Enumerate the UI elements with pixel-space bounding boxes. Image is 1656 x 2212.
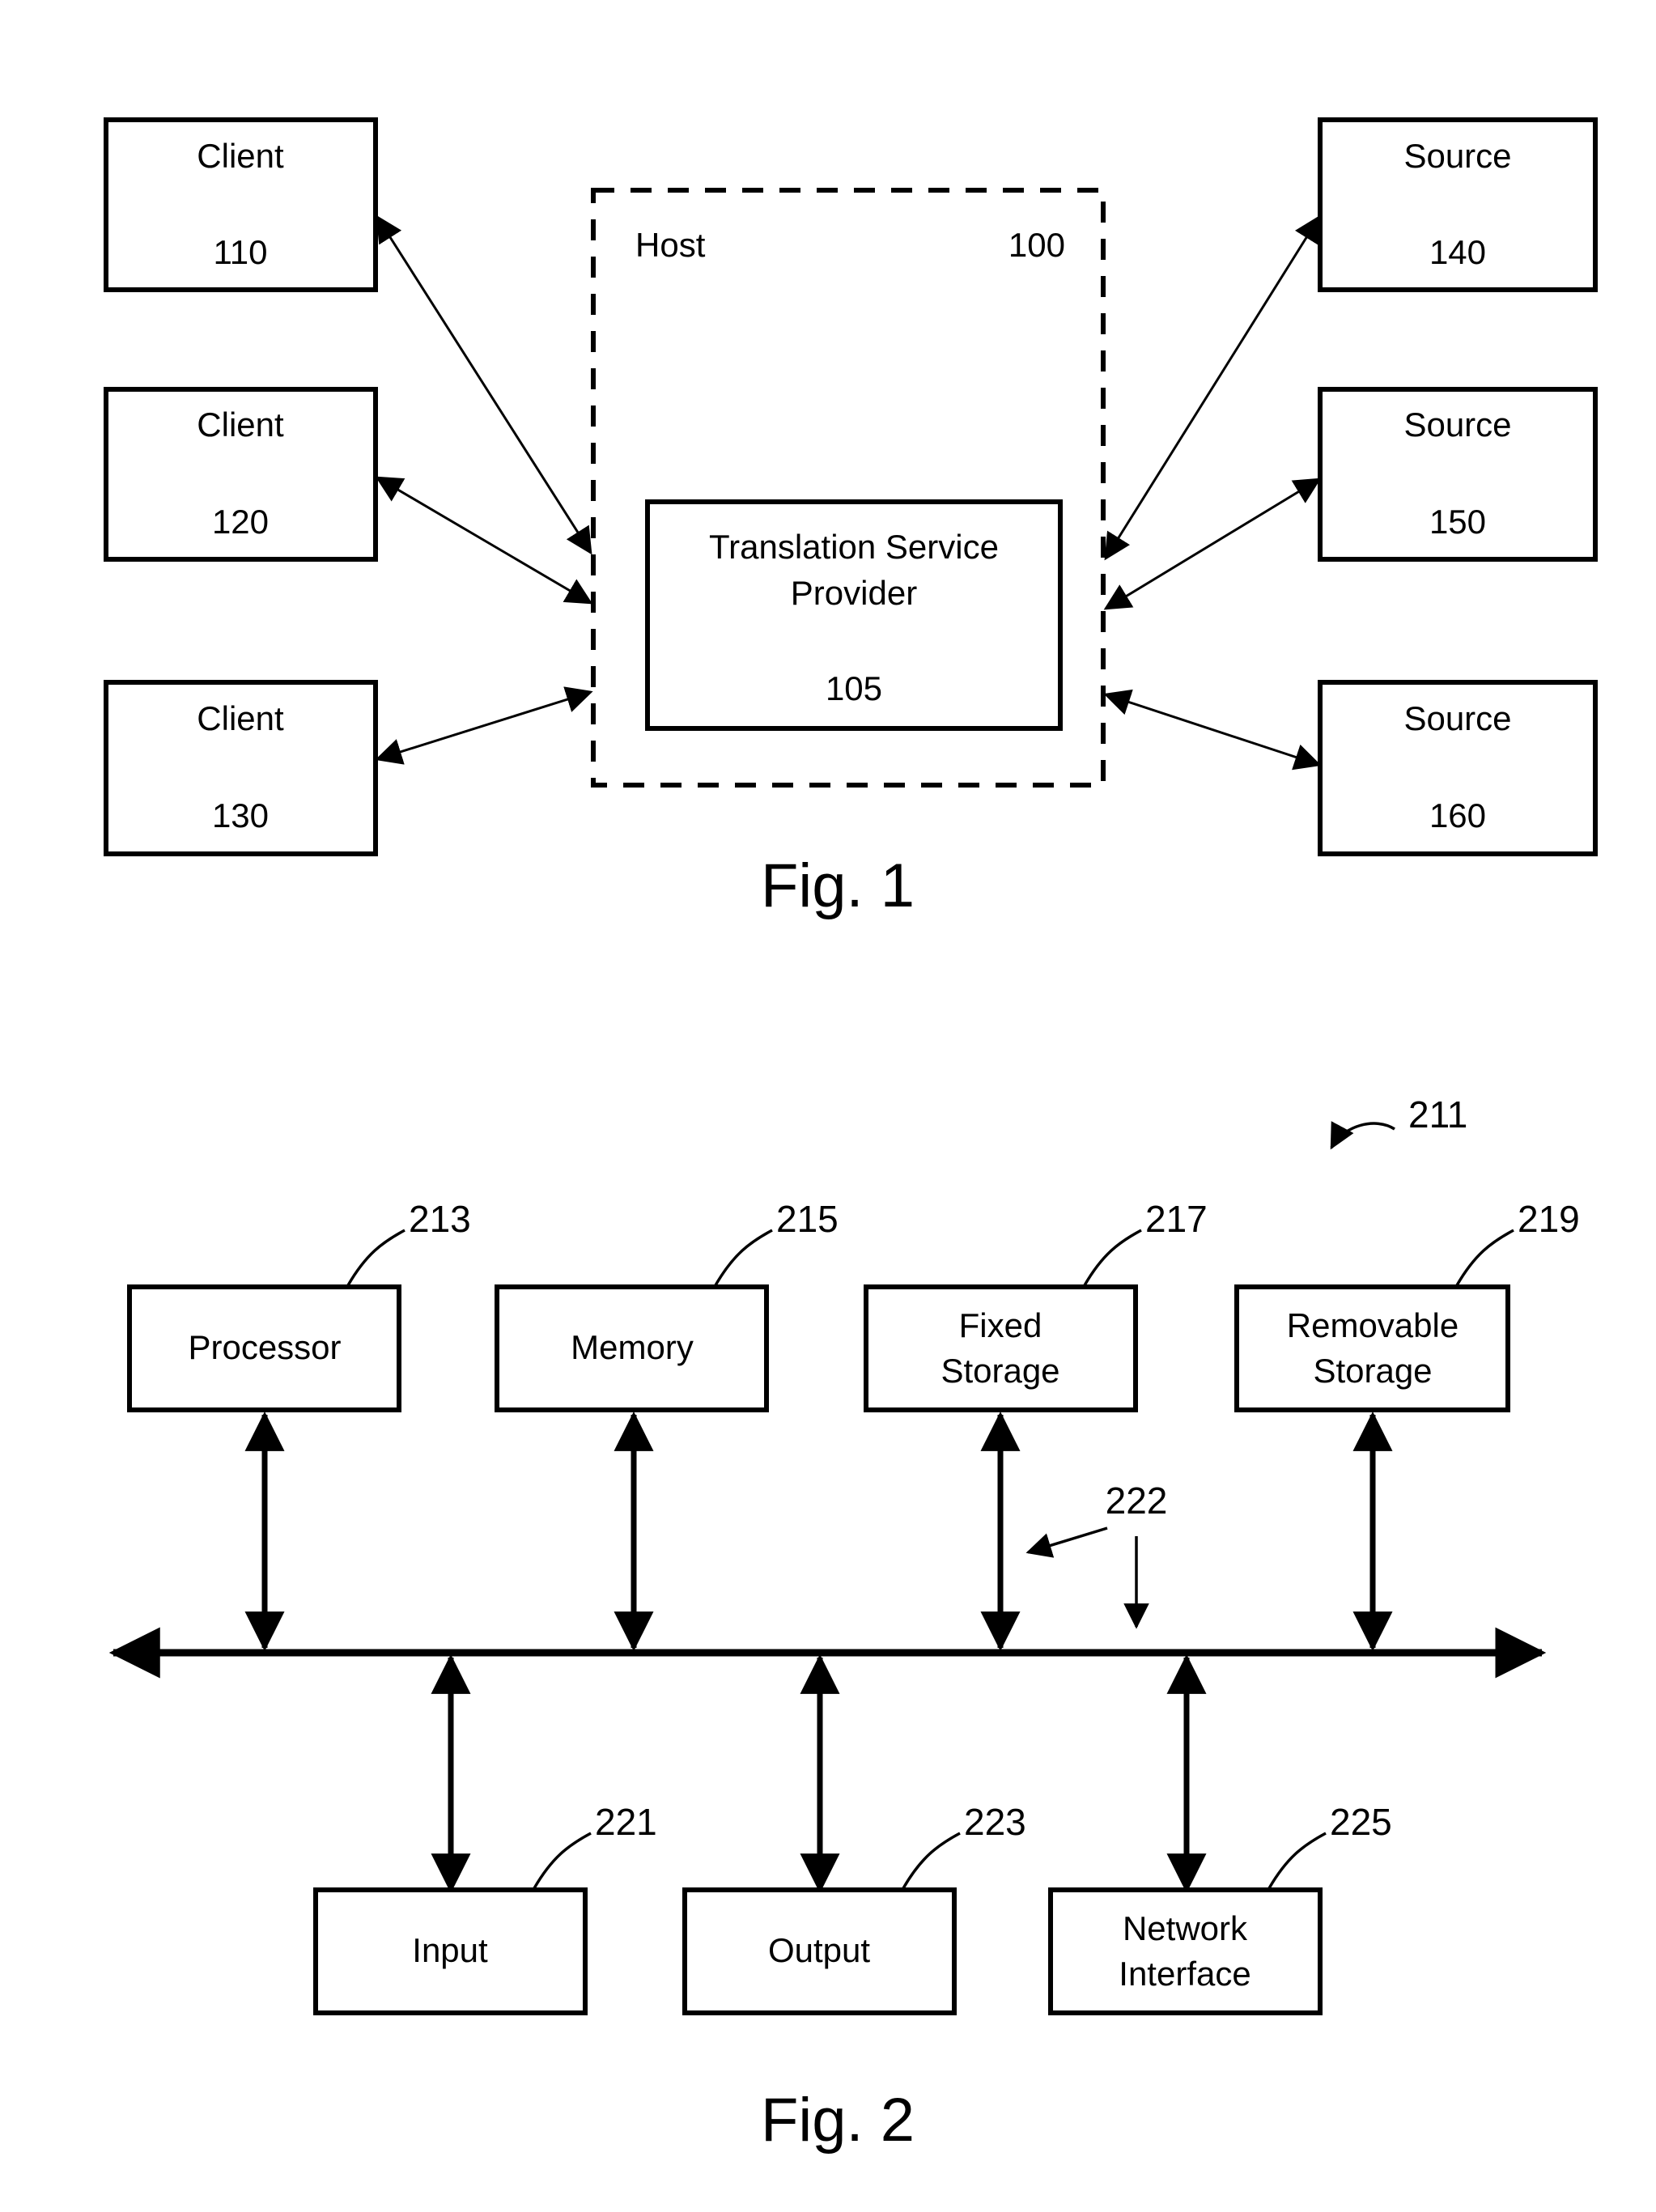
output-label: Output <box>768 1931 870 1969</box>
figure1-caption: Fig. 1 <box>761 851 915 920</box>
link-host-source150 <box>1103 478 1322 610</box>
client-box-120: Client 120 <box>104 387 378 562</box>
source-150-ref: 150 <box>1429 503 1486 541</box>
figure-canvas: Client 110 Client 120 Client 130 Source … <box>104 117 1598 2155</box>
fixed-storage-ref-leader: 217 <box>1083 1198 1208 1286</box>
system-ref-211: 211 <box>1408 1093 1467 1136</box>
source-box-140: Source 140 <box>1318 117 1598 292</box>
removable-storage-ref-leader: 219 <box>1455 1198 1580 1286</box>
input-ref-leader: 221 <box>533 1801 657 1889</box>
client-120-ref: 120 <box>212 503 269 541</box>
processor-ref-leader: 213 <box>346 1198 471 1286</box>
removable-storage-label-line1: Removable <box>1287 1306 1459 1344</box>
memory-box: Memory <box>495 1284 769 1412</box>
tsp-ref: 105 <box>826 669 882 707</box>
tsp-label-line1: Translation Service <box>709 528 999 566</box>
source-160-label: Source <box>1403 699 1511 737</box>
client-120-label: Client <box>197 405 284 444</box>
tsp-label-line2: Provider <box>791 574 917 612</box>
processor-ref: 213 <box>409 1198 471 1240</box>
bus-ref-222-leader: 222 <box>1025 1480 1168 1629</box>
input-box: Input <box>313 1887 588 2015</box>
patent-figure-sheet: Client 110 Client 120 Client 130 Source … <box>0 0 1656 2212</box>
client-130-ref: 130 <box>212 796 269 834</box>
figure2-caption: Fig. 2 <box>761 2086 915 2155</box>
input-ref: 221 <box>595 1801 657 1843</box>
fixed-storage-box: Fixed Storage <box>864 1284 1138 1412</box>
host-ref: 100 <box>1008 226 1065 264</box>
client-box-110: Client 110 <box>104 117 378 292</box>
removable-storage-ref: 219 <box>1518 1198 1580 1240</box>
removable-storage-box: Removable Storage <box>1234 1284 1510 1412</box>
input-label: Input <box>412 1931 488 1969</box>
source-150-label: Source <box>1403 405 1511 444</box>
source-box-160: Source 160 <box>1318 680 1598 856</box>
output-ref: 223 <box>964 1801 1026 1843</box>
client-110-label: Client <box>197 137 284 175</box>
client-box-130: Client 130 <box>104 680 378 856</box>
network-interface-label-line1: Network <box>1123 1909 1248 1947</box>
source-140-ref: 140 <box>1429 233 1486 271</box>
network-interface-ref-leader: 225 <box>1267 1801 1392 1889</box>
bus-ref-222: 222 <box>1106 1480 1168 1522</box>
source-box-150: Source 150 <box>1318 387 1598 562</box>
fig2-top-connectors <box>244 1411 1393 1652</box>
client-130-label: Client <box>197 699 284 737</box>
link-host-source140 <box>1104 214 1321 561</box>
host-label: Host <box>635 226 706 264</box>
client-110-ref: 110 <box>214 233 268 271</box>
processor-box: Processor <box>127 1284 401 1412</box>
source-160-ref: 160 <box>1429 796 1486 834</box>
output-box: Output <box>682 1887 957 2015</box>
link-host-source160 <box>1103 689 1322 771</box>
network-interface-label-line2: Interface <box>1119 1955 1250 1993</box>
output-ref-leader: 223 <box>902 1801 1026 1889</box>
processor-label: Processor <box>188 1328 341 1366</box>
fixed-storage-label-line2: Storage <box>941 1352 1059 1390</box>
memory-label: Memory <box>571 1328 694 1366</box>
fixed-storage-label-line1: Fixed <box>959 1306 1042 1344</box>
removable-storage-label-line2: Storage <box>1313 1352 1432 1390</box>
network-interface-ref: 225 <box>1330 1801 1392 1843</box>
fixed-storage-ref: 217 <box>1145 1198 1208 1240</box>
source-140-label: Source <box>1403 137 1511 175</box>
link-client130-host <box>375 686 593 765</box>
translation-service-provider-box: Translation Service Provider 105 <box>645 499 1063 731</box>
network-interface-box: Network Interface <box>1048 1887 1323 2015</box>
memory-ref-leader: 215 <box>714 1198 839 1286</box>
link-client120-host <box>375 476 593 605</box>
system-ref-211-leader: 211 <box>1330 1093 1467 1150</box>
memory-ref: 215 <box>776 1198 839 1240</box>
link-client110-host <box>376 214 592 555</box>
